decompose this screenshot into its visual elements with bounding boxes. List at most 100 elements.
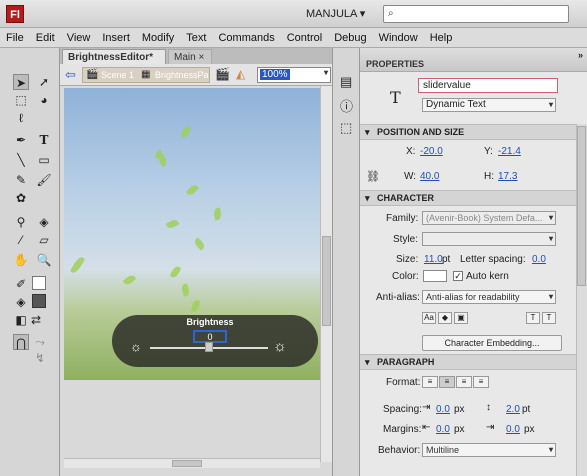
subscript-icon[interactable]: T xyxy=(542,312,556,324)
stroke-color-swatch[interactable] xyxy=(32,276,46,290)
tab-main[interactable]: Main × xyxy=(168,49,212,64)
title-bar: Fl MANJULA ▾ ⌕ xyxy=(0,0,587,28)
breadcrumb-symbol[interactable]: BrightnessPa xyxy=(155,70,209,80)
menu-help[interactable]: Help xyxy=(430,32,453,44)
brush-tool-icon[interactable]: 🖌 xyxy=(36,172,52,188)
menu-edit[interactable]: Edit xyxy=(36,32,55,44)
zoom-select[interactable]: 100% ▾ xyxy=(257,67,331,83)
font-family-select[interactable]: (Avenir-Book) System Defa... ▾ xyxy=(422,211,556,225)
scrollbar-thumb[interactable] xyxy=(577,126,586,286)
paint-bucket-tool-icon[interactable]: ◈ xyxy=(36,214,52,230)
text-type-select[interactable]: Dynamic Text ▾ xyxy=(422,98,556,112)
letter-spacing-value[interactable]: 0.0 xyxy=(532,254,546,265)
workspace-switcher[interactable]: MANJULA ▾ xyxy=(306,7,365,20)
zoom-tool-icon[interactable]: 🔍 xyxy=(36,252,52,268)
edit-symbols-icon[interactable]: ◭ xyxy=(236,67,245,81)
right-margin-value[interactable]: 0.0 xyxy=(506,424,520,435)
movieclip-icon: ▦ xyxy=(141,69,151,80)
eraser-tool-icon[interactable]: ▱ xyxy=(36,232,52,248)
help-search-input[interactable]: ⌕ xyxy=(383,5,569,23)
line-spacing-value[interactable]: 2.0 xyxy=(506,404,520,415)
hand-tool-icon[interactable]: ✋ xyxy=(13,252,29,268)
auto-kern-checkbox[interactable]: ✓ xyxy=(453,271,463,281)
height-value[interactable]: 17.3 xyxy=(498,171,517,182)
menu-control[interactable]: Control xyxy=(287,32,322,44)
black-white-icon[interactable]: ◧ xyxy=(13,312,29,328)
menu-text[interactable]: Text xyxy=(186,32,206,44)
pen-tool-icon[interactable]: ✒ xyxy=(13,132,29,148)
instance-name-input[interactable]: slidervalue xyxy=(418,78,558,93)
properties-panel-icon[interactable]: ▤ xyxy=(340,74,352,90)
menu-commands[interactable]: Commands xyxy=(218,32,274,44)
stage-horizontal-scrollbar[interactable] xyxy=(64,458,320,468)
tab-brightnesseditor[interactable]: BrightnessEditor* × xyxy=(62,49,166,78)
leaf-decoration xyxy=(69,255,86,275)
lasso-tool-icon[interactable]: ℓ xyxy=(13,110,29,126)
menu-view[interactable]: View xyxy=(67,32,91,44)
leaf-decoration xyxy=(180,125,191,139)
scrollbar-thumb[interactable] xyxy=(322,236,331,326)
align-center-icon[interactable]: ≡ xyxy=(439,376,455,388)
back-arrow-icon[interactable]: ⇦ xyxy=(65,67,76,83)
character-embedding-button[interactable]: Character Embedding... xyxy=(422,335,562,351)
section-character[interactable]: CHARACTER xyxy=(360,190,576,206)
menu-debug[interactable]: Debug xyxy=(334,32,366,44)
justify-icon[interactable]: ≡ xyxy=(473,376,489,388)
indent-value[interactable]: 0.0 xyxy=(436,404,450,415)
close-icon[interactable]: × xyxy=(198,52,204,63)
stage-vertical-scrollbar[interactable] xyxy=(320,86,332,462)
selection-tool-icon[interactable]: ➤ xyxy=(13,74,29,90)
menu-window[interactable]: Window xyxy=(379,32,418,44)
rectangle-tool-icon[interactable]: ▭ xyxy=(36,152,52,168)
superscript-icon[interactable]: T xyxy=(526,312,540,324)
menu-insert[interactable]: Insert xyxy=(102,32,130,44)
y-value[interactable]: -21.4 xyxy=(498,146,521,157)
pencil-tool-icon[interactable]: ✎ xyxy=(13,172,29,188)
font-style-select[interactable]: ▾ xyxy=(422,232,556,246)
3d-rotation-tool-icon[interactable]: ◕ xyxy=(36,92,52,108)
swap-colors-icon[interactable]: ⇄ xyxy=(28,312,44,328)
panel-menu-icon[interactable]: » xyxy=(578,50,583,60)
sun-large-icon: ☼ xyxy=(273,338,287,355)
leaf-decoration xyxy=(185,183,200,197)
lock-proportions-icon[interactable]: ⛓ xyxy=(366,170,380,183)
breadcrumb-scene[interactable]: Scene 1 xyxy=(101,70,134,80)
align-left-icon[interactable]: ≡ xyxy=(422,376,438,388)
bone-tool-icon[interactable]: ⚲ xyxy=(13,214,29,230)
stroke-color-icon[interactable]: ✐ xyxy=(13,276,29,292)
section-paragraph[interactable]: PARAGRAPH xyxy=(360,354,576,370)
brightness-slider-thumb[interactable] xyxy=(205,342,213,352)
render-html-icon[interactable]: ◆ xyxy=(438,312,452,324)
scrollbar-thumb[interactable] xyxy=(172,460,202,467)
transform-panel-icon[interactable]: ⬚ xyxy=(340,120,352,136)
snap-to-objects-icon[interactable]: ⋂ xyxy=(13,334,29,350)
align-right-icon[interactable]: ≡ xyxy=(456,376,472,388)
eyedropper-tool-icon[interactable]: ⁄ xyxy=(13,232,29,248)
deco-tool-icon[interactable]: ✿ xyxy=(13,190,29,206)
width-value[interactable]: 40.0 xyxy=(420,171,439,182)
section-position-size[interactable]: POSITION AND SIZE xyxy=(360,124,576,140)
menu-modify[interactable]: Modify xyxy=(142,32,174,44)
behavior-select[interactable]: Multiline ▾ xyxy=(422,443,556,457)
subselection-tool-icon[interactable]: ➚ xyxy=(36,74,52,90)
leaf-decoration xyxy=(165,217,180,231)
free-transform-tool-icon[interactable]: ⬚ xyxy=(13,92,29,108)
left-margin-icon: ⇤ xyxy=(422,422,431,433)
text-tool-icon[interactable]: T xyxy=(36,132,52,148)
straighten-icon[interactable]: ↯ xyxy=(32,350,48,366)
show-border-icon[interactable]: ▣ xyxy=(454,312,468,324)
line-tool-icon[interactable]: ╲ xyxy=(13,152,29,168)
smooth-icon[interactable]: ⤳ xyxy=(32,334,48,350)
properties-tab[interactable]: PROPERTIES » xyxy=(360,48,587,72)
fill-color-icon[interactable]: ◈ xyxy=(13,294,29,310)
menu-file[interactable]: File xyxy=(6,32,24,44)
selectable-icon[interactable]: Aa xyxy=(422,312,436,324)
anti-alias-select[interactable]: Anti-alias for readability ▾ xyxy=(422,290,556,304)
text-color-swatch[interactable] xyxy=(423,270,447,282)
font-size-value[interactable]: 11.0 xyxy=(424,254,443,265)
edit-scene-icon[interactable]: 🎬 xyxy=(215,67,230,81)
fill-color-swatch[interactable] xyxy=(32,294,46,308)
x-value[interactable]: -20.0 xyxy=(420,146,443,157)
left-margin-value[interactable]: 0.0 xyxy=(436,424,450,435)
info-icon[interactable]: ⓘ xyxy=(340,96,353,115)
